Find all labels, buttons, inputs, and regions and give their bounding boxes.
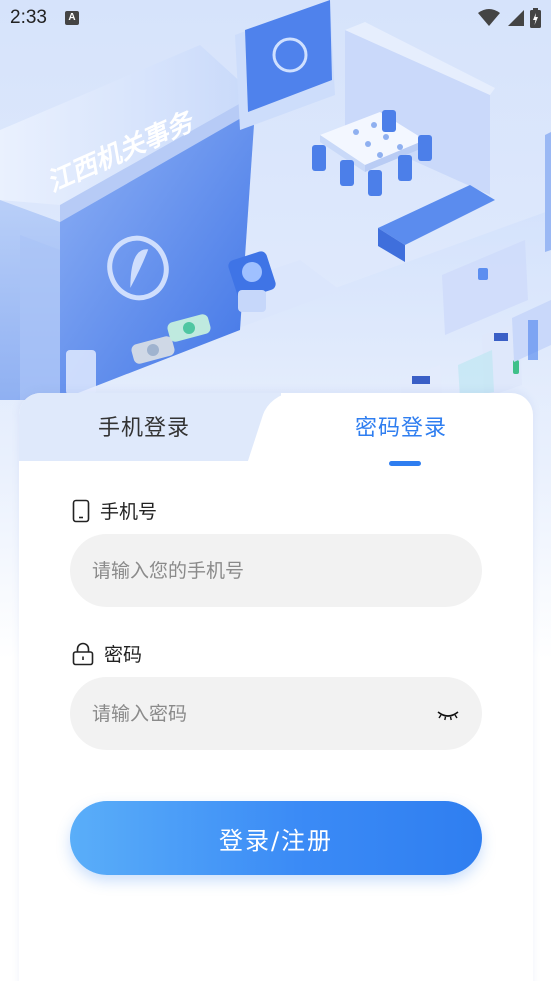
phone-input-container [70, 534, 482, 607]
password-label-text: 密码 [104, 644, 143, 666]
phone-label-text: 手机号 [100, 501, 158, 523]
battery-charging-icon [530, 8, 541, 28]
status-time: 2:33 [10, 7, 47, 28]
eye-closed-icon[interactable] [436, 704, 460, 724]
phone-field-label: 手机号 [72, 497, 157, 524]
password-input[interactable] [92, 702, 436, 725]
lock-icon [72, 642, 94, 665]
login-register-button[interactable]: 登录/注册 [70, 801, 482, 875]
signal-icon [508, 10, 524, 26]
password-input-container [70, 677, 482, 750]
phone-input[interactable] [92, 559, 460, 582]
a-icon: A [64, 11, 79, 25]
status-bar: 2:33 A [0, 0, 551, 36]
active-tab-indicator [389, 461, 421, 466]
tab-phone-login[interactable]: 手机登录 [98, 410, 190, 442]
tab-password-login[interactable]: 密码登录 [355, 410, 447, 442]
password-field-label: 密码 [72, 640, 142, 667]
phone-icon [72, 499, 90, 522]
wifi-icon [478, 9, 500, 26]
